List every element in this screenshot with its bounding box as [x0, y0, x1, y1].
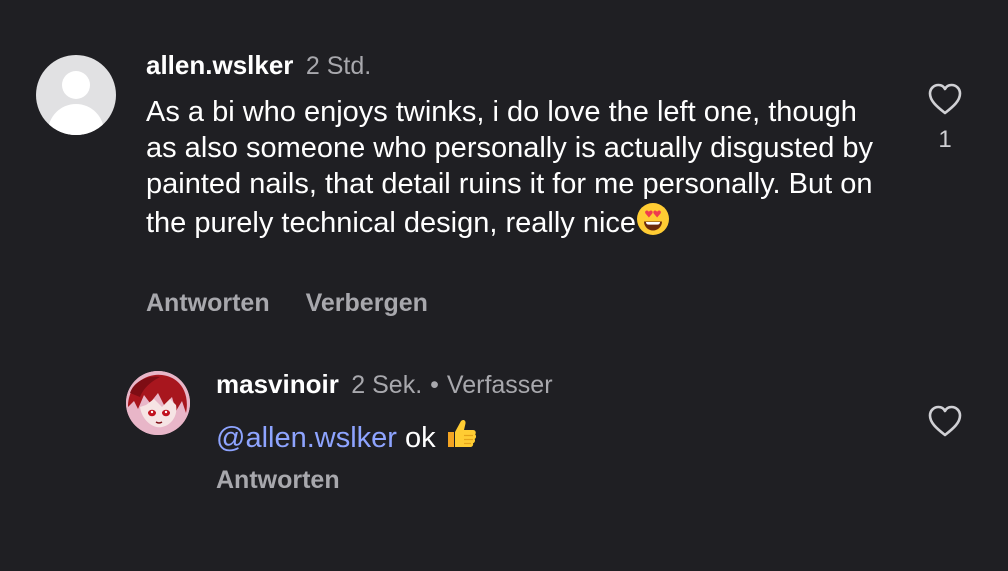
reply-button[interactable]: Antworten: [146, 289, 270, 317]
avatar[interactable]: [36, 55, 116, 135]
reply-timestamp: 2 Sek.: [351, 371, 423, 399]
avatar-body-shape: [48, 104, 104, 135]
avatar[interactable]: [126, 371, 190, 435]
hide-button[interactable]: Verbergen: [306, 289, 428, 317]
comment-username[interactable]: allen.wslker: [146, 50, 293, 80]
meta-separator: •: [430, 371, 439, 399]
comment-actions: Antworten Verbergen: [146, 287, 428, 323]
reply-username[interactable]: masvinoir: [216, 369, 339, 399]
comment-meta: allen.wslker 2 Std.: [146, 50, 371, 85]
comment-like: 1: [925, 82, 965, 154]
comment-text-content: As a bi who enjoys twinks, i do love the…: [146, 96, 874, 239]
comment-timestamp: 2 Std.: [305, 52, 372, 80]
reply-meta: masvinoir 2 Sek. • Verfasser: [216, 368, 553, 405]
user-mention[interactable]: @allen.wslker: [216, 422, 397, 454]
comment-text: As a bi who enjoys twinks, i do love the…: [146, 94, 886, 245]
heart-eyes-emoji-icon: [636, 202, 670, 245]
reply-text: @allen.wslker ok: [216, 417, 478, 459]
reply-actions: Antworten: [216, 464, 340, 500]
reply-text-content: ok: [405, 422, 436, 454]
heart-outline-icon[interactable]: [927, 404, 963, 438]
avatar-head-shape: [62, 71, 90, 99]
reply-button[interactable]: Antworten: [216, 466, 340, 494]
heart-outline-icon[interactable]: [927, 82, 963, 116]
thumbs-up-emoji-icon: [444, 417, 478, 459]
like-count: 1: [938, 126, 952, 153]
anime-avatar-icon: [126, 371, 190, 435]
author-badge: Verfasser: [446, 371, 553, 399]
reply-like: [925, 404, 965, 438]
comments-panel: allen.wslker 2 Std. As a bi who enjoys t…: [0, 0, 1008, 571]
